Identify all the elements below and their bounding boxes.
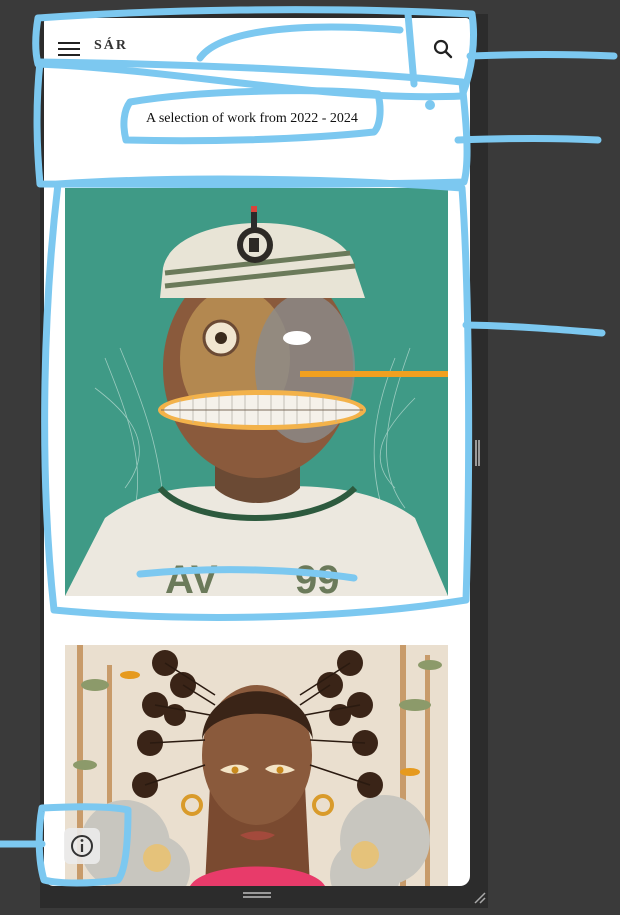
tagline-text: A selection of work from 2022 - 2024: [146, 111, 358, 126]
hamburger-menu-icon[interactable]: [56, 38, 82, 60]
gallery-image-1[interactable]: AV 99: [65, 188, 448, 596]
gallery-image-2[interactable]: [65, 645, 448, 886]
info-button[interactable]: [64, 828, 100, 864]
side-resize-handle[interactable]: [475, 440, 481, 466]
svg-text:99: 99: [295, 558, 340, 596]
search-icon[interactable]: [430, 36, 456, 62]
bottom-resize-handle[interactable]: [243, 892, 271, 898]
site-logo[interactable]: SÁR: [94, 38, 128, 54]
svg-text:AV: AV: [165, 558, 218, 596]
site-header: SÁR: [44, 18, 470, 82]
info-icon: [71, 835, 93, 857]
annotation-header-arrow: [466, 51, 618, 60]
resize-corner-icon[interactable]: [472, 890, 486, 904]
mobile-viewport: SÁR A selection of work from 2022 - 2024…: [44, 18, 470, 886]
